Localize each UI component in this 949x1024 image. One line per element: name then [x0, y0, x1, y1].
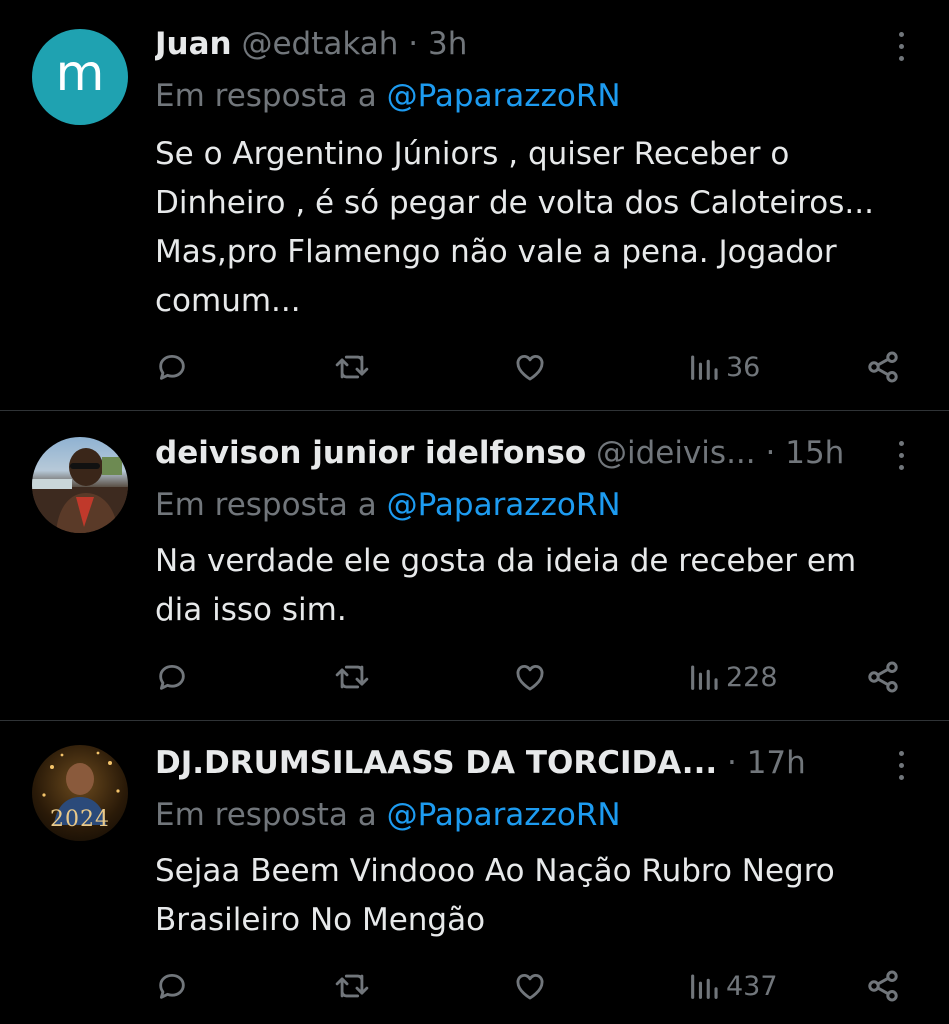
reply-button[interactable] [155, 966, 189, 1006]
share-icon [868, 970, 898, 1002]
avatar-photo [32, 448, 128, 533]
user-name[interactable]: DJ.DRUMSILAASS DA TORCIDA... [155, 745, 717, 781]
retweet-icon [335, 665, 369, 689]
tweet-text-line: Dinheiro , é só pegar de volta dos Calot… [155, 185, 874, 221]
views-button[interactable]: 228 [688, 657, 778, 697]
tweet-header: Juan @edtakah · 3h [155, 22, 879, 66]
avatar[interactable]: m [32, 29, 128, 125]
action-bar: 36 [155, 347, 909, 387]
reply-icon [159, 354, 185, 380]
reply-context: Em resposta a @PaparazzoRN [155, 793, 621, 837]
tweet-text: Sejaa Beem Vindooo Ao Nação Rubro Negro … [155, 847, 915, 945]
tweet[interactable]: deivison junior idelfonso @ideivis... · … [0, 411, 949, 720]
tweet-text-line: dia isso sim. [155, 592, 347, 628]
avatar-letter: m [55, 44, 105, 102]
tweet-text-line: Sejaa Beem Vindooo Ao Nação Rubro Negro [155, 853, 835, 889]
reply-icon [159, 973, 185, 999]
tweet-text: Na verdade ele gosta da ideia de receber… [155, 537, 915, 635]
reply-prefix: Em resposta a [155, 797, 377, 833]
views-count: 437 [726, 970, 778, 1002]
like-button[interactable] [512, 347, 548, 387]
views-icon [691, 355, 718, 380]
reply-context: Em resposta a @PaparazzoRN [155, 74, 621, 118]
reply-button[interactable] [155, 347, 189, 387]
reply-button[interactable] [155, 657, 189, 697]
action-bar: 437 [155, 966, 909, 1006]
separator-dot: · [408, 26, 419, 62]
views-button[interactable]: 437 [688, 966, 778, 1006]
like-button[interactable] [512, 657, 548, 697]
views-icon [691, 974, 718, 999]
user-name[interactable]: Juan [155, 26, 232, 62]
like-button[interactable] [512, 966, 548, 1006]
tweet-text-line: Na verdade ele gosta da ideia de receber… [155, 543, 857, 579]
reply-mention-link[interactable]: @PaparazzoRN [387, 78, 621, 114]
views-count: 228 [726, 661, 778, 693]
tweet-text-line: Mas,pro Flamengo não vale a pena. Jogado… [155, 234, 837, 270]
avatar-year-text: 2024 [50, 807, 110, 832]
share-button[interactable] [865, 966, 901, 1006]
tweet[interactable]: m Juan @edtakah · 3h Em resposta a @Papa… [0, 0, 949, 410]
like-icon [516, 355, 544, 381]
tweet-text-line: comum... [155, 283, 301, 319]
reply-prefix: Em resposta a [155, 78, 377, 114]
tweet-header: deivison junior idelfonso @ideivis... · … [155, 431, 879, 475]
tweet[interactable]: 2024 DJ.DRUMSILAASS DA TORCIDA... · 17h … [0, 721, 949, 1024]
tweet-text: Se o Argentino Júniors , quiser Receber … [155, 130, 915, 326]
tweet-text-line: Brasileiro No Mengão [155, 902, 486, 938]
reply-prefix: Em resposta a [155, 487, 377, 523]
more-icon[interactable] [891, 24, 911, 68]
reply-mention-link[interactable]: @PaparazzoRN [387, 487, 621, 523]
tweet-time[interactable]: 3h [428, 26, 467, 62]
views-count: 36 [726, 351, 761, 383]
retweet-button[interactable] [333, 347, 371, 387]
tweet-time[interactable]: 17h [747, 745, 806, 781]
reply-context: Em resposta a @PaparazzoRN [155, 483, 621, 527]
separator-dot: · [726, 745, 737, 781]
tweet-header: DJ.DRUMSILAASS DA TORCIDA... · 17h [155, 741, 879, 785]
tweet-text-line: Se o Argentino Júniors , quiser Receber … [155, 136, 790, 172]
tweet-time[interactable]: 15h [785, 435, 844, 471]
separator-dot: · [765, 435, 776, 471]
views-icon [691, 665, 718, 690]
like-icon [516, 665, 544, 691]
avatar[interactable] [32, 437, 128, 533]
views-button[interactable]: 36 [688, 347, 760, 387]
retweet-icon [335, 974, 369, 998]
avatar[interactable]: 2024 [32, 745, 128, 841]
retweet-button[interactable] [333, 657, 371, 697]
action-bar: 228 [155, 657, 909, 697]
retweet-icon [335, 355, 369, 379]
retweet-button[interactable] [333, 966, 371, 1006]
like-icon [516, 974, 544, 1000]
share-button[interactable] [865, 657, 901, 697]
reply-icon [159, 664, 185, 690]
more-icon[interactable] [891, 743, 911, 787]
more-icon[interactable] [891, 433, 911, 477]
user-name[interactable]: deivison junior idelfonso [155, 435, 586, 471]
reply-mention-link[interactable]: @PaparazzoRN [387, 797, 621, 833]
share-button[interactable] [865, 347, 901, 387]
share-icon [868, 661, 898, 693]
user-handle[interactable]: @ideivis... [596, 435, 756, 471]
share-icon [868, 351, 898, 383]
user-handle[interactable]: @edtakah [241, 26, 398, 62]
